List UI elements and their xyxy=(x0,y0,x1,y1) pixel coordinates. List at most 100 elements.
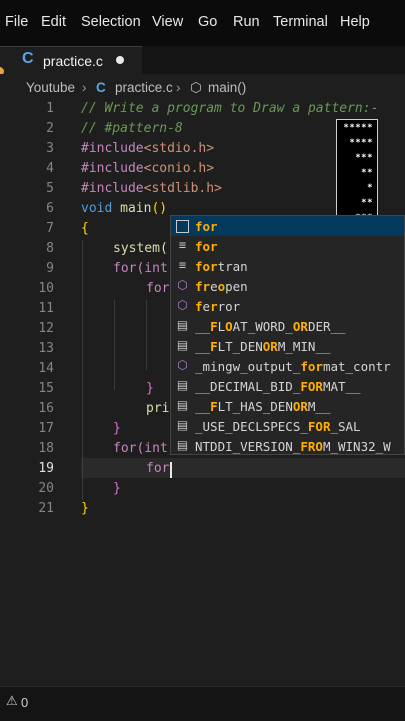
suggestion-label: freopen xyxy=(195,279,248,294)
menu-file[interactable]: File xyxy=(5,14,28,30)
suggestion-item[interactable]: ≡ fortran xyxy=(171,256,404,276)
chevron-right-icon: › xyxy=(82,80,87,95)
code-line-7: { xyxy=(81,221,89,236)
line-number: 14 xyxy=(38,361,54,376)
line-number: 10 xyxy=(38,281,54,296)
suggestion-item[interactable]: ▤ __FLT_DENORM_MIN__ xyxy=(171,336,404,356)
method-icon: ⬡ xyxy=(177,278,188,292)
menu-run[interactable]: Run xyxy=(233,14,260,30)
pattern-row: * xyxy=(367,183,373,193)
line-number: 16 xyxy=(38,401,54,416)
code-line-4: #include<conio.h> xyxy=(81,161,215,176)
tab-bar: C practice.c xyxy=(0,46,405,75)
suggestion-item[interactable]: ≡ for xyxy=(171,236,404,256)
pattern-row: ***** xyxy=(343,123,373,133)
symbol-method-icon: ⬡ xyxy=(190,80,202,95)
line-number: 3 xyxy=(46,141,54,156)
constant-icon: ▤ xyxy=(176,338,189,352)
suggestion-item[interactable]: ▤ __FLOAT_WORD_ORDER__ xyxy=(171,316,404,336)
code-line-2: // #pattern-8 xyxy=(81,121,183,136)
code-line-10: for xyxy=(146,281,170,296)
suggestion-item[interactable]: ⬡ freopen xyxy=(171,276,404,296)
line-number: 13 xyxy=(38,341,54,356)
menu-bar: File Edit Selection View Go Run Terminal… xyxy=(0,0,405,46)
line-number: 15 xyxy=(38,381,54,396)
suggestion-label: ferror xyxy=(195,299,241,314)
suggestion-label: __FLOAT_WORD_ORDER__ xyxy=(195,319,346,334)
unsaved-dot-icon[interactable] xyxy=(116,56,124,64)
pattern-row: ** xyxy=(361,198,373,208)
line-number: 11 xyxy=(38,301,54,316)
code-line-3: #include<stdio.h> xyxy=(81,141,215,156)
breadcrumb: Youtube › C practice.c › ⬡ main() xyxy=(0,74,405,100)
snippet-icon: ≡ xyxy=(178,238,187,252)
snippet-icon: ≡ xyxy=(178,258,187,272)
code-line-17: } xyxy=(113,421,121,436)
autocomplete-suggestions[interactable]: for ≡ for ≡ fortran ⬡ freopen ⬡ ferror ▤ __FLOAT_W… xyxy=(170,215,405,455)
suggestion-label: NTDDI_VERSION_FROM_WIN32_W xyxy=(195,439,391,454)
pattern-row: ** xyxy=(361,168,373,178)
code-line-9: for(int xyxy=(113,261,168,276)
constant-icon: ▤ xyxy=(176,438,189,452)
active-line-highlight xyxy=(81,458,405,478)
constant-icon: ▤ xyxy=(176,318,189,332)
code-line-19: for xyxy=(146,461,170,476)
code-line-16: pri xyxy=(146,401,170,416)
status-bar: ⚠ 0 xyxy=(0,686,405,721)
suggestion-label: __DECIMAL_BID_FORMAT__ xyxy=(195,379,361,394)
code-line-18: for(int xyxy=(113,441,168,456)
breadcrumb-folder[interactable]: Youtube xyxy=(26,80,75,95)
code-line-20: } xyxy=(113,481,121,496)
menu-selection[interactable]: Selection xyxy=(81,14,141,30)
suggestion-label: _mingw_output_format_contr xyxy=(195,359,391,374)
text-cursor xyxy=(170,462,172,478)
line-number: 2 xyxy=(46,121,54,136)
line-number: 8 xyxy=(46,241,54,256)
suggestion-label: __FLT_HAS_DENORM__ xyxy=(195,399,331,414)
breadcrumb-symbol[interactable]: main() xyxy=(208,80,246,95)
line-number: 6 xyxy=(46,201,54,216)
keyword-icon xyxy=(176,220,189,233)
line-number: 21 xyxy=(38,501,54,516)
line-number: 18 xyxy=(38,441,54,456)
breadcrumb-file[interactable]: practice.c xyxy=(115,80,173,95)
suggestion-item[interactable]: ▤ _USE_DECLSPECS_FOR_SAL xyxy=(171,416,404,436)
suggestion-item[interactable]: ▤ __DECIMAL_BID_FORMAT__ xyxy=(171,376,404,396)
suggestion-item[interactable]: ⬡ ferror xyxy=(171,296,404,316)
pattern-row: **** xyxy=(349,138,373,148)
method-icon: ⬡ xyxy=(177,298,188,312)
suggestion-item[interactable]: ▤ NTDDI_VERSION_FROM_WIN32_W xyxy=(171,436,404,455)
menu-help[interactable]: Help xyxy=(340,14,370,30)
line-number: 9 xyxy=(46,261,54,276)
constant-icon: ▤ xyxy=(176,378,189,392)
line-number: 4 xyxy=(46,161,54,176)
menu-terminal[interactable]: Terminal xyxy=(273,14,328,30)
suggestion-item[interactable]: ⬡ _mingw_output_format_contr xyxy=(171,356,404,376)
code-line-1: // Write a program to Draw a pattern:- xyxy=(81,101,379,116)
line-number: 17 xyxy=(38,421,54,436)
line-number: 5 xyxy=(46,181,54,196)
suggestion-label: for xyxy=(195,219,218,234)
constant-icon: ▤ xyxy=(176,418,189,432)
line-number: 7 xyxy=(46,221,54,236)
problems-count[interactable]: 0 xyxy=(21,695,28,710)
line-number: 1 xyxy=(46,101,54,116)
menu-view[interactable]: View xyxy=(152,14,183,30)
suggestion-item[interactable]: ▤ __FLT_HAS_DENORM__ xyxy=(171,396,404,416)
suggestion-label: __FLT_DENORM_MIN__ xyxy=(195,339,331,354)
line-number: 19 xyxy=(38,461,54,476)
code-line-21: } xyxy=(81,501,89,516)
suggestion-label: _USE_DECLSPECS_FOR_SAL xyxy=(195,419,361,434)
warning-icon[interactable]: ⚠ xyxy=(6,694,18,709)
c-file-icon: C xyxy=(96,80,106,95)
code-line-8: system( xyxy=(113,241,168,256)
menu-go[interactable]: Go xyxy=(198,14,217,30)
code-line-5: #include<stdlib.h> xyxy=(81,181,222,196)
tab-label: practice.c xyxy=(43,53,103,69)
indent-guide xyxy=(82,240,83,500)
suggestion-label: fortran xyxy=(195,259,248,274)
menu-edit[interactable]: Edit xyxy=(41,14,66,30)
suggestion-item[interactable]: for xyxy=(171,216,404,236)
tab-practice-c[interactable]: C practice.c xyxy=(0,46,142,75)
chevron-right-icon: › xyxy=(176,80,181,95)
